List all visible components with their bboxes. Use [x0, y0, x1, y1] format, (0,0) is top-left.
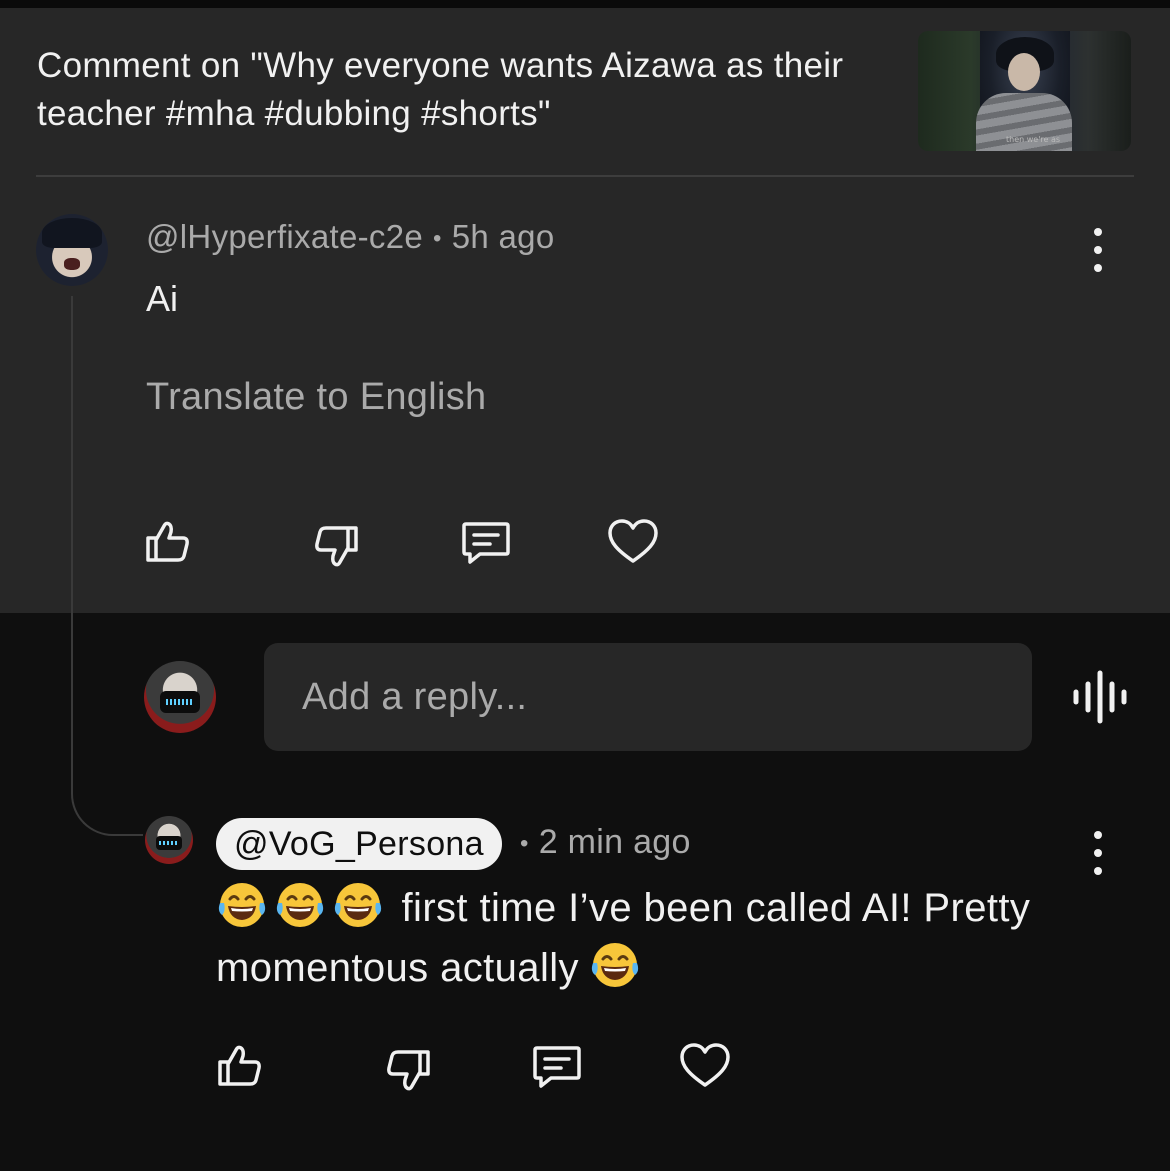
heart-icon	[608, 519, 658, 563]
thumbs-down-icon	[315, 526, 358, 567]
reply-input[interactable]: Add a reply...	[264, 643, 1032, 751]
laughing-tears-emoji-icon	[276, 883, 324, 927]
reply-reply-button[interactable]	[531, 1040, 583, 1092]
reply-like-button[interactable]	[214, 1040, 266, 1092]
laughing-tears-emoji-icon	[334, 883, 382, 927]
avatar-mouth	[64, 258, 80, 270]
dot-separator: •	[520, 830, 529, 858]
header-divider	[36, 175, 1134, 177]
heart-button[interactable]	[607, 516, 659, 568]
dot-separator: •	[433, 225, 442, 253]
dot	[1094, 849, 1102, 857]
reply-dislike-button[interactable]	[382, 1044, 434, 1096]
top-strip	[0, 0, 1170, 8]
reply-button[interactable]	[460, 516, 512, 568]
reply-time: 2 min ago	[538, 823, 691, 861]
thumbs-down-icon	[387, 1050, 430, 1091]
translate-link[interactable]: Translate to English	[146, 376, 486, 419]
dot	[1094, 831, 1102, 839]
dot	[1094, 228, 1102, 236]
reply-heart-button[interactable]	[679, 1040, 731, 1092]
thumbnail-face	[1008, 53, 1040, 91]
reply-more-options-icon[interactable]	[1088, 831, 1108, 875]
voice-search-icon[interactable]	[1070, 670, 1128, 724]
reply-text-part-2: momentous actually	[216, 946, 579, 990]
parent-author-handle[interactable]: @lHyperfixate-c2e	[146, 218, 423, 255]
reply-text: first time I’ve been called AI! Pretty m…	[216, 878, 1116, 998]
like-button[interactable]	[142, 516, 194, 568]
reply-author-avatar[interactable]	[145, 816, 193, 864]
header-title: Comment on "Why everyone wants Aizawa as…	[37, 46, 844, 133]
parent-author-avatar[interactable]	[36, 214, 108, 286]
thumbnail-caption: then we're as	[1006, 135, 1061, 144]
thread-connector-line	[71, 296, 143, 836]
reply-text-part-1: first time I’ve been called AI! Pretty	[390, 886, 1031, 930]
current-user-avatar	[144, 661, 216, 733]
comment-icon	[533, 1046, 581, 1088]
dot	[1094, 264, 1102, 272]
heart-icon	[680, 1043, 730, 1087]
thumbs-up-icon	[146, 521, 189, 562]
avatar-hair	[42, 218, 102, 248]
parent-comment-text: Ai	[146, 278, 179, 319]
dislike-button[interactable]	[310, 520, 362, 572]
dot	[1094, 867, 1102, 875]
video-thumbnail[interactable]: then we're as	[918, 31, 1131, 151]
comment-icon	[462, 522, 510, 564]
laughing-tears-emoji-icon	[591, 943, 639, 987]
reply-author-handle[interactable]: @VoG_Persona	[216, 818, 502, 870]
parent-more-options-icon[interactable]	[1088, 228, 1108, 272]
avatar-wave	[166, 699, 194, 705]
parent-author-line: @lHyperfixate-c2e • 5h ago	[146, 218, 554, 256]
dot	[1094, 246, 1102, 254]
laughing-tears-emoji-icon	[218, 883, 266, 927]
thumbs-up-icon	[218, 1045, 261, 1086]
reply-time-line: • 2 min ago	[520, 823, 691, 862]
comment-thread-page: Comment on "Why everyone wants Aizawa as…	[0, 0, 1170, 1171]
avatar-wave	[159, 841, 179, 845]
parent-comment-time: 5h ago	[451, 218, 555, 255]
